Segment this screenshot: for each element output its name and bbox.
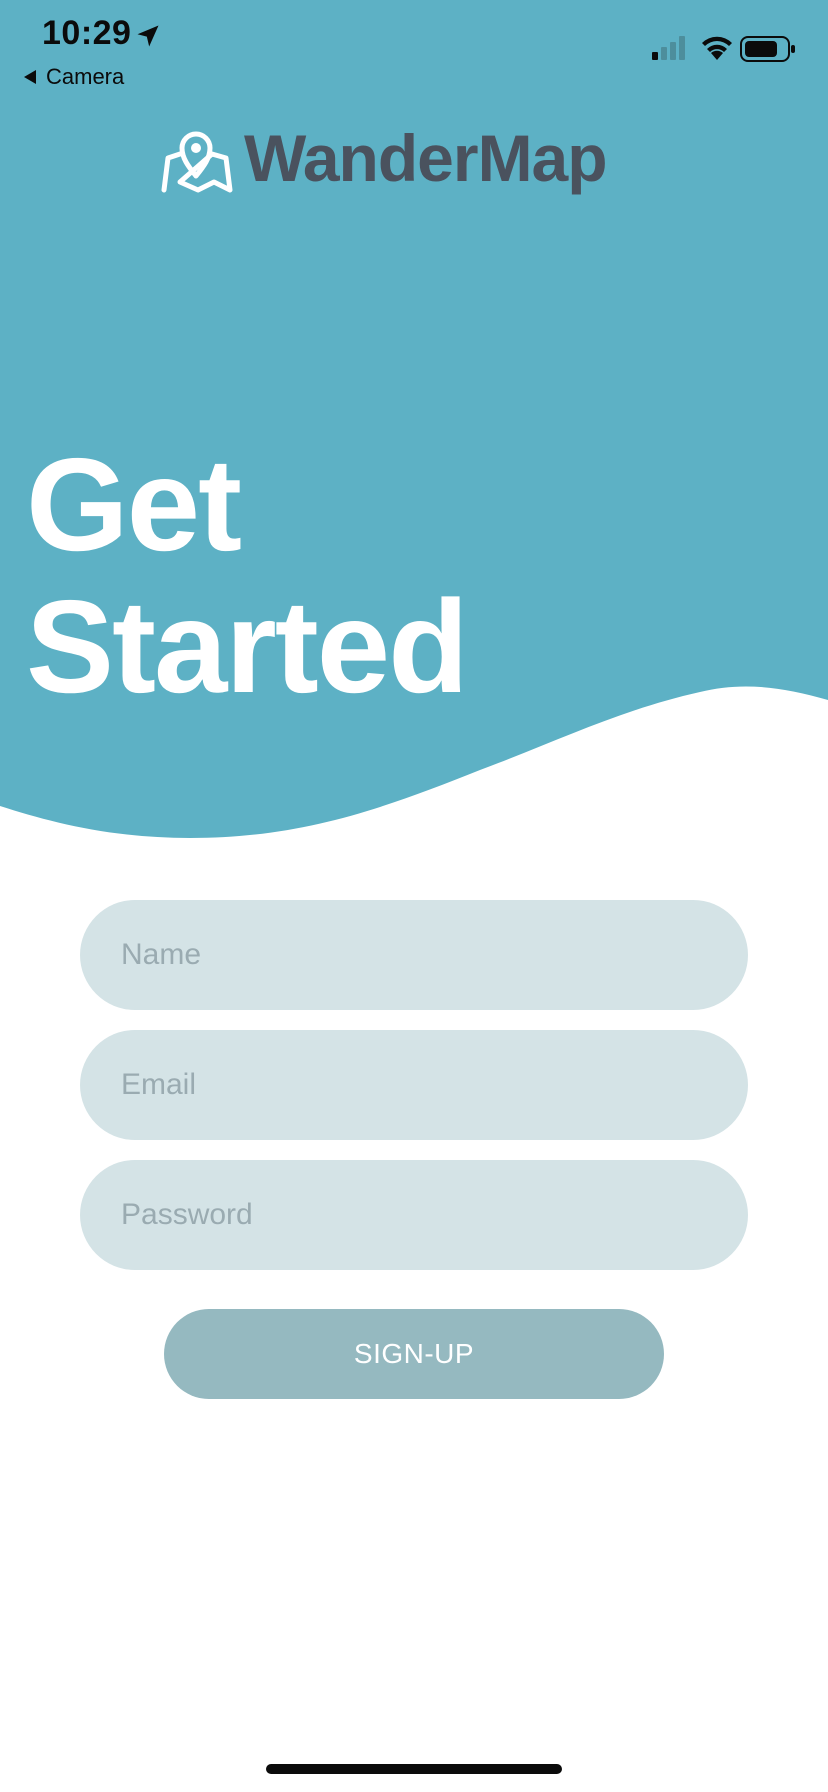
email-field — [80, 1030, 748, 1140]
signup-button[interactable]: SIGN-UP — [164, 1309, 664, 1399]
home-indicator[interactable] — [266, 1764, 562, 1774]
map-pin-icon — [161, 131, 233, 193]
back-app-label: Camera — [46, 64, 125, 89]
name-input[interactable] — [80, 900, 748, 1010]
password-input[interactable] — [80, 1160, 748, 1270]
brand-logo: WanderMap — [158, 120, 608, 196]
headline-line-1: Get — [26, 431, 242, 578]
hero-header: 10:29 Camera WanderMap Get Started — [0, 0, 828, 860]
status-bar: 10:29 Camera — [0, 0, 828, 100]
name-field — [80, 900, 748, 1010]
signup-form — [80, 900, 748, 1290]
password-field — [80, 1160, 748, 1270]
page-title: Get Started — [26, 431, 469, 720]
wifi-icon — [702, 36, 732, 60]
back-triangle-icon — [24, 70, 36, 84]
email-input[interactable] — [80, 1030, 748, 1140]
location-arrow-icon — [137, 25, 159, 47]
headline-line-2: Started — [26, 573, 469, 720]
signal-icon — [652, 36, 685, 60]
battery-icon — [740, 36, 795, 62]
back-to-camera-button[interactable]: Camera — [24, 64, 124, 90]
brand-name: WanderMap — [244, 121, 608, 195]
status-time: 10:29 — [42, 14, 132, 52]
